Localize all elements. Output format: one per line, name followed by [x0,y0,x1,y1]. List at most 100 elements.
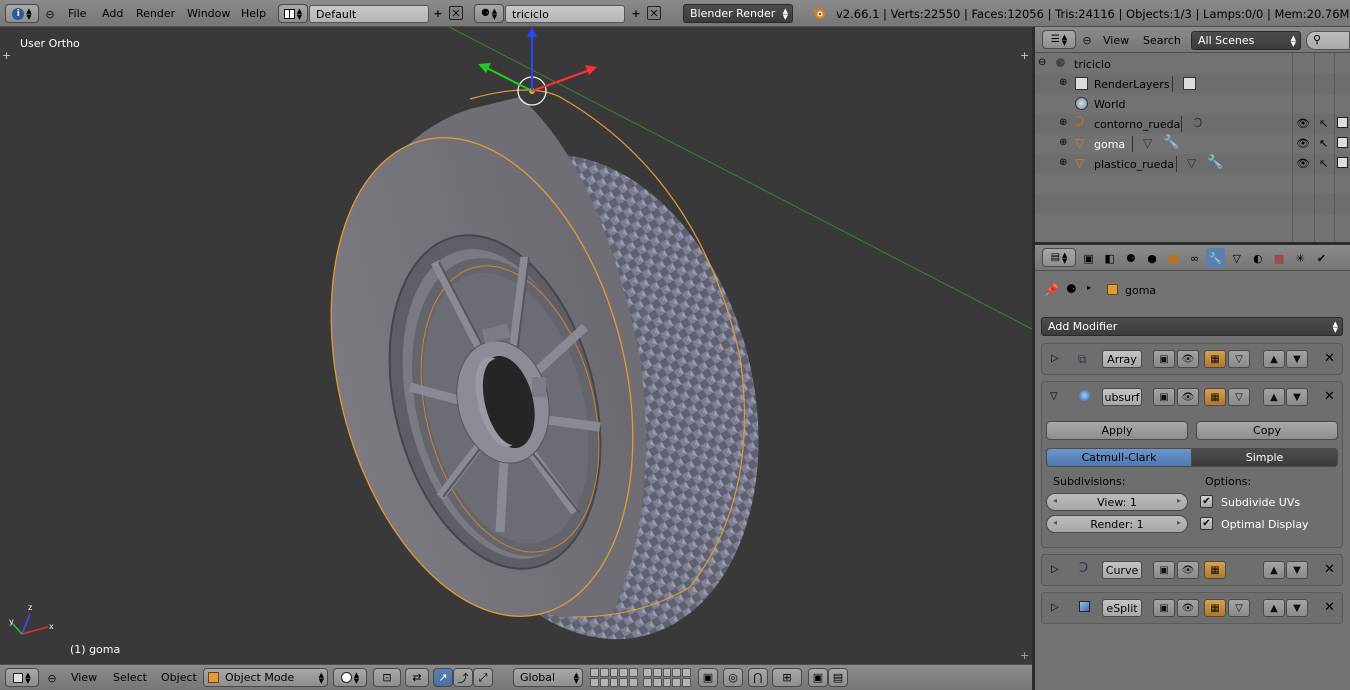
render-engine-dropdown[interactable]: Blender Render ▲ ▼ [683,4,793,23]
render-toggle-button[interactable]: ▣ [1153,599,1175,617]
expand-triangle-icon[interactable]: ▷ [1051,564,1059,575]
render-layers-tab-icon[interactable]: ◧ [1100,248,1119,268]
object-tab-icon[interactable]: ■ [1164,248,1183,268]
properties-context-tabs[interactable]: ▣ ◧ ⚈ ● ■ ∞ 🔧 ▽ ◐ ▩ ✳ ✔ [1079,248,1331,268]
modifier-name-field[interactable]: Array [1102,350,1142,368]
menu-add[interactable]: Add [102,7,123,20]
menu-file[interactable]: File [68,7,86,20]
pivot-point-dropdown[interactable]: ⊡ [373,668,401,687]
transform-orientation-dropdown[interactable]: Global ▲ ▼ [513,668,583,687]
view-subdivisions-slider[interactable]: ◂ View: 1 ▸ [1046,493,1188,511]
editmode-toggle-button[interactable]: ▦ [1204,350,1226,368]
viewport-toggle-button[interactable]: 👁 [1177,561,1199,579]
move-up-button[interactable]: ▲ [1263,350,1285,368]
outliner-row[interactable]: ⊕ RenderLayers [1035,74,1350,94]
decrement-icon[interactable]: ◂ [1053,496,1057,505]
move-up-button[interactable]: ▲ [1263,388,1285,406]
collapse-menu-icon[interactable]: ⊖ [44,8,56,20]
cage-toggle-button[interactable]: ▽ [1228,599,1250,617]
subdivide-uvs-checkbox[interactable]: ✔ [1200,495,1213,508]
eye-visibility-icon[interactable]: 👁 [1296,117,1310,130]
remove-modifier-icon[interactable]: ✕ [1324,562,1335,577]
outliner-item-triciclo[interactable]: triciclo [1074,58,1111,71]
outliner-row[interactable]: ⊖ ⚈ triciclo [1035,54,1350,74]
add-modifier-dropdown[interactable]: Add Modifier ▲ ▼ [1041,317,1343,336]
expand-toggle-icon[interactable]: ⊕ [1059,117,1067,128]
render-subdivisions-slider[interactable]: ◂ Render: 1 ▸ [1046,515,1188,533]
3d-viewport[interactable]: User Ortho + + z y x (1) goma + [0,27,1032,664]
outliner-menu-view[interactable]: View [1103,34,1129,47]
render-tab-icon[interactable]: ▣ [1079,248,1098,268]
translate-manipulator-button[interactable]: ↗ [433,668,453,687]
remove-modifier-icon[interactable]: ✕ [1324,600,1335,615]
cage-toggle-button[interactable]: ▽ [1228,388,1250,406]
modifier-name-field[interactable]: ubsurf [1102,388,1142,406]
decrement-icon[interactable]: ◂ [1053,518,1057,527]
lock-layers-button[interactable]: ▣ [698,668,718,687]
mode-dropdown[interactable]: Object Mode ▲ ▼ [203,668,328,687]
outliner-item-goma[interactable]: goma [1094,138,1125,151]
viewport-toggle-button[interactable]: 👁 [1177,599,1199,617]
render-toggle-button[interactable]: ▣ [1153,561,1175,579]
remove-modifier-icon[interactable]: ✕ [1324,389,1335,404]
particles-tab-icon[interactable]: ✳ [1291,248,1310,268]
outliner-search-field[interactable]: ⚲ [1306,31,1350,50]
outliner-item-plastico-rueda[interactable]: plastico_rueda [1094,158,1174,171]
editor-type-info-button[interactable]: i ▲ ▼ [5,4,39,23]
optimal-display-checkbox[interactable]: ✔ [1200,517,1213,530]
editor-type-properties-button[interactable]: ▤ ▲ ▼ [1042,248,1076,267]
editmode-toggle-button[interactable]: ▦ [1204,388,1226,406]
transform-manipulator[interactable] [478,27,597,92]
collapse-toggle-icon[interactable]: ⊖ [1038,57,1046,68]
render-toggle-button[interactable]: ▣ [1153,388,1175,406]
render-animation-button[interactable]: ▤ [828,668,848,687]
scene-layers-grid-b[interactable] [643,668,691,687]
collapse-triangle-icon[interactable]: ▽ [1050,391,1058,402]
cursor-select-icon[interactable]: ↖ [1319,137,1328,150]
move-down-button[interactable]: ▼ [1286,350,1308,368]
menu-render[interactable]: Render [136,7,175,20]
scene-name-field[interactable]: triciclo [505,5,625,23]
viewport-toggle-button[interactable]: 👁 [1177,350,1199,368]
pin-icon[interactable]: 📌 [1044,283,1059,297]
rotate-manipulator-button[interactable]: ⤴ [453,668,473,687]
menu-view[interactable]: View [71,671,97,684]
cage-toggle-button[interactable]: ▽ [1228,350,1250,368]
collapse-menu-icon[interactable]: ⊖ [46,672,58,684]
render-still-button[interactable]: ▣ [808,668,828,687]
editor-type-outliner-button[interactable]: ☰ ▲ ▼ [1042,30,1076,49]
menu-window[interactable]: Window [187,7,230,20]
outliner-display-mode-dropdown[interactable]: All Scenes ▲ ▼ [1191,31,1301,50]
add-layout-icon[interactable]: + [431,6,445,20]
menu-select[interactable]: Select [113,671,147,684]
outliner-item-contorno-rueda[interactable]: contorno_rueda [1094,118,1180,131]
material-tab-icon[interactable]: ◐ [1248,248,1267,268]
viewport-shading-dropdown[interactable]: ▲ ▼ [333,668,367,687]
scale-manipulator-button[interactable]: ⤢ [473,668,493,687]
menu-object[interactable]: Object [161,671,197,684]
expand-triangle-icon[interactable]: ▷ [1051,353,1059,364]
editmode-toggle-button[interactable]: ▦ [1204,599,1226,617]
menu-help[interactable]: Help [241,7,266,20]
viewport-toggle-button[interactable]: 👁 [1177,388,1199,406]
screen-layout-name-field[interactable]: Default [309,5,429,23]
outliner-menu-search[interactable]: Search [1143,34,1181,47]
move-down-button[interactable]: ▼ [1286,388,1308,406]
expand-toggle-icon[interactable]: ⊕ [1059,157,1067,168]
delete-layout-icon[interactable]: ✕ [449,6,463,20]
increment-icon[interactable]: ▸ [1177,518,1181,527]
modifier-name-field[interactable]: eSplit [1102,599,1142,617]
expand-toggle-icon[interactable]: ⊕ [1059,77,1067,88]
cursor-select-icon[interactable]: ↖ [1319,117,1328,130]
physics-tab-icon[interactable]: ✔ [1312,248,1331,268]
scene-tab-icon[interactable]: ⚈ [1121,248,1140,268]
move-down-button[interactable]: ▼ [1286,561,1308,579]
modifier-name-field[interactable]: Curve [1102,561,1142,579]
mesh-data-tab-icon[interactable]: ▽ [1227,248,1246,268]
move-up-button[interactable]: ▲ [1263,561,1285,579]
camera-render-icon[interactable] [1337,137,1348,148]
texture-tab-icon[interactable]: ▩ [1270,248,1289,268]
editmode-toggle-button[interactable]: ▦ [1204,561,1226,579]
catmull-clark-option[interactable]: Catmull-Clark [1046,448,1192,467]
manipulator-toggle[interactable]: ⇄ [405,668,429,687]
